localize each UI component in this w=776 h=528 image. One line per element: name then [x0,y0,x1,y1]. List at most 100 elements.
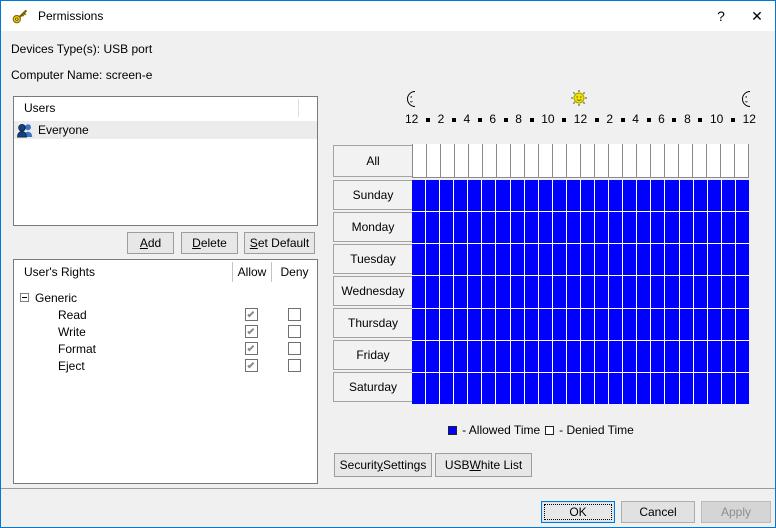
schedule-cell-sunday-23[interactable] [736,180,749,211]
schedule-cell-sunday-12[interactable] [581,180,594,211]
schedule-cell-tuesday-16[interactable] [637,244,650,275]
schedule-cell-sunday-22[interactable] [722,180,735,211]
schedule-cell-tuesday-18[interactable] [665,244,678,275]
schedule-cell-thursday-12[interactable] [581,309,594,340]
schedule-cell-friday-21[interactable] [708,341,721,372]
add-button[interactable]: Add [127,232,174,254]
all-row-hour-cell[interactable] [539,144,553,177]
schedule-cell-thursday-5[interactable] [482,309,495,340]
schedule-cell-sunday-6[interactable] [496,180,509,211]
schedule-cell-thursday-10[interactable] [553,309,566,340]
schedule-cell-monday-7[interactable] [511,212,524,243]
day-button-saturday[interactable]: Saturday [333,372,413,402]
schedule-cell-monday-1[interactable] [426,212,439,243]
schedule-cell-monday-20[interactable] [694,212,707,243]
schedule-cell-saturday-18[interactable] [665,373,678,404]
schedule-cell-wednesday-6[interactable] [496,276,509,307]
schedule-cell-monday-19[interactable] [680,212,693,243]
allow-checkbox-read[interactable] [245,308,258,321]
all-row-hour-cell[interactable] [679,144,693,177]
schedule-cell-thursday-22[interactable] [722,309,735,340]
delete-button[interactable]: Delete [181,232,238,254]
schedule-cell-saturday-17[interactable] [651,373,664,404]
schedule-cell-friday-18[interactable] [665,341,678,372]
schedule-cell-thursday-1[interactable] [426,309,439,340]
schedule-cell-thursday-8[interactable] [525,309,538,340]
schedule-cell-friday-13[interactable] [595,341,608,372]
schedule-cell-tuesday-10[interactable] [553,244,566,275]
schedule-cell-friday-19[interactable] [680,341,693,372]
schedule-cell-thursday-4[interactable] [468,309,481,340]
schedule-cell-saturday-20[interactable] [694,373,707,404]
schedule-cell-thursday-7[interactable] [511,309,524,340]
schedule-cell-friday-12[interactable] [581,341,594,372]
schedule-cell-thursday-19[interactable] [680,309,693,340]
all-row-hour-cell[interactable] [455,144,469,177]
schedule-cell-saturday-0[interactable] [412,373,425,404]
schedule-cell-sunday-11[interactable] [567,180,580,211]
schedule-cell-thursday-17[interactable] [651,309,664,340]
schedule-cell-saturday-13[interactable] [595,373,608,404]
schedule-cell-wednesday-19[interactable] [680,276,693,307]
schedule-cell-tuesday-13[interactable] [595,244,608,275]
help-button[interactable]: ? [703,2,739,31]
schedule-cell-friday-0[interactable] [412,341,425,372]
schedule-cell-monday-21[interactable] [708,212,721,243]
schedule-cell-sunday-13[interactable] [595,180,608,211]
day-button-wednesday[interactable]: Wednesday [333,276,413,306]
schedule-cell-tuesday-1[interactable] [426,244,439,275]
schedule-cell-sunday-7[interactable] [511,180,524,211]
all-row-hour-cell[interactable] [413,144,427,177]
set-default-button[interactable]: Set Default [244,232,315,254]
schedule-cell-monday-4[interactable] [468,212,481,243]
schedule-cell-thursday-23[interactable] [736,309,749,340]
schedule-cell-wednesday-2[interactable] [440,276,453,307]
schedule-cell-wednesday-16[interactable] [637,276,650,307]
all-row-hour-cell[interactable] [553,144,567,177]
schedule-cell-wednesday-8[interactable] [525,276,538,307]
day-button-tuesday[interactable]: Tuesday [333,244,413,274]
schedule-cell-friday-16[interactable] [637,341,650,372]
schedule-cell-wednesday-22[interactable] [722,276,735,307]
schedule-cell-wednesday-5[interactable] [482,276,495,307]
schedule-cell-thursday-9[interactable] [539,309,552,340]
schedule-cell-sunday-14[interactable] [609,180,622,211]
allow-checkbox-eject[interactable] [245,359,258,372]
schedule-cell-monday-14[interactable] [609,212,622,243]
all-row-hour-cell[interactable] [735,144,749,177]
schedule-cell-tuesday-20[interactable] [694,244,707,275]
schedule-cell-sunday-4[interactable] [468,180,481,211]
schedule-cell-friday-8[interactable] [525,341,538,372]
schedule-cell-saturday-21[interactable] [708,373,721,404]
all-row-hour-cell[interactable] [609,144,623,177]
schedule-cell-tuesday-12[interactable] [581,244,594,275]
schedule-cell-thursday-0[interactable] [412,309,425,340]
day-button-friday[interactable]: Friday [333,340,413,370]
schedule-cell-tuesday-4[interactable] [468,244,481,275]
schedule-cell-monday-6[interactable] [496,212,509,243]
schedule-cell-wednesday-21[interactable] [708,276,721,307]
schedule-cell-saturday-16[interactable] [637,373,650,404]
schedule-cell-saturday-22[interactable] [722,373,735,404]
schedule-cell-saturday-9[interactable] [539,373,552,404]
schedule-cell-wednesday-15[interactable] [623,276,636,307]
schedule-cell-saturday-2[interactable] [440,373,453,404]
schedule-cell-sunday-16[interactable] [637,180,650,211]
schedule-cell-wednesday-9[interactable] [539,276,552,307]
schedule-cell-friday-20[interactable] [694,341,707,372]
schedule-cell-thursday-6[interactable] [496,309,509,340]
schedule-cell-sunday-19[interactable] [680,180,693,211]
schedule-cell-sunday-8[interactable] [525,180,538,211]
schedule-cell-saturday-14[interactable] [609,373,622,404]
schedule-cell-wednesday-20[interactable] [694,276,707,307]
schedule-cell-tuesday-8[interactable] [525,244,538,275]
all-row-hour-cell[interactable] [623,144,637,177]
allow-checkbox-format[interactable] [245,342,258,355]
schedule-cell-friday-2[interactable] [440,341,453,372]
schedule-cell-monday-22[interactable] [722,212,735,243]
schedule-cell-friday-4[interactable] [468,341,481,372]
schedule-cell-friday-3[interactable] [454,341,467,372]
schedule-cell-wednesday-1[interactable] [426,276,439,307]
schedule-cell-thursday-15[interactable] [623,309,636,340]
schedule-cell-tuesday-22[interactable] [722,244,735,275]
